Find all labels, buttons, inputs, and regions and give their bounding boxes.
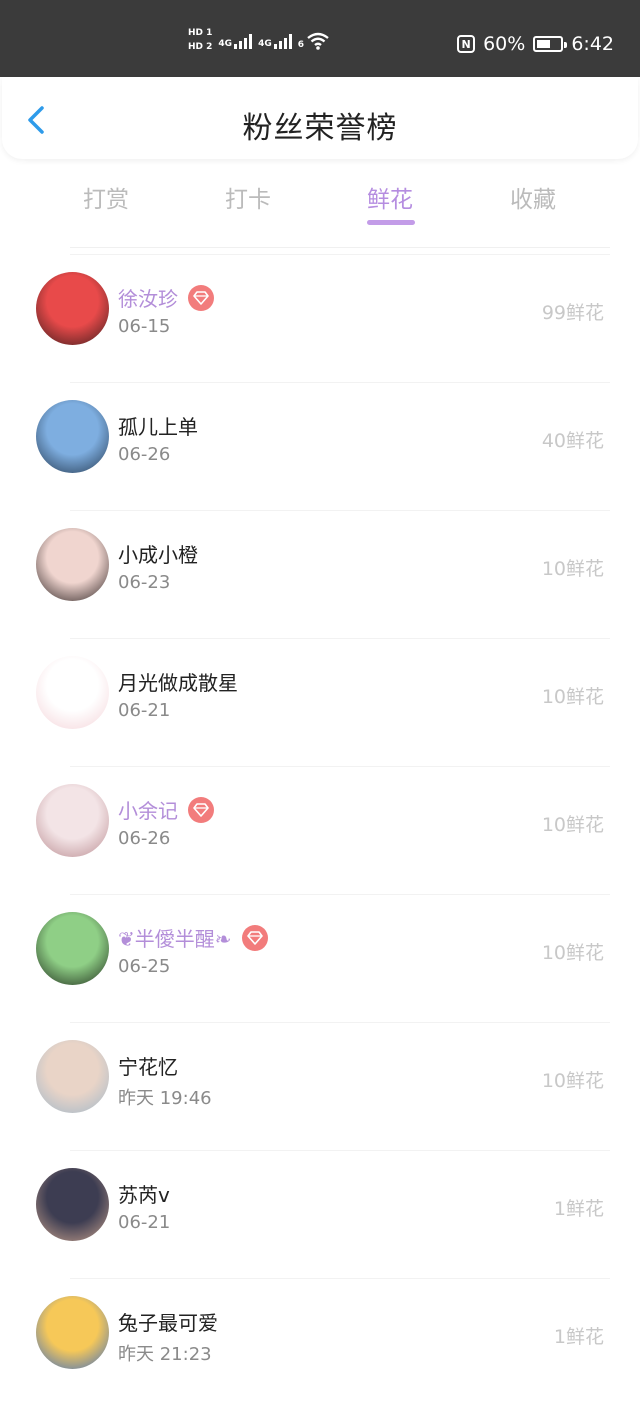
row-divider [70,766,610,767]
fan-name: 月光做成散星 [118,667,238,696]
hd2-label: HD 2 [188,42,213,52]
fan-name: 孤儿上单 [118,411,198,440]
divider [70,247,610,248]
row-divider [70,1150,610,1151]
fan-name-text: 小余记 [118,799,178,823]
avatar[interactable] [36,1040,109,1113]
avatar[interactable] [36,1168,109,1241]
row-divider [70,1278,610,1279]
fan-name: 小成小橙 [118,539,198,568]
fan-name-text: 兔子最可爱 [118,1311,218,1335]
fan-date: 06-25 [118,956,171,977]
fan-date: 06-21 [118,1212,171,1233]
net2-label: 4G [258,38,272,49]
hd-sim-indicators: HD 1 HD 2 [188,28,212,53]
fan-name: ❦半僾半醒❧ [118,923,268,952]
fan-date: 昨天 21:23 [118,1344,212,1365]
fan-date: 06-26 [118,828,171,849]
fan-row[interactable]: 孤儿上单 06-26 40鲜花 [0,382,640,510]
fan-row[interactable]: 小余记 06-26 10鲜花 [0,766,640,894]
battery-percent: 60% [483,33,526,55]
clock: 6:42 [571,33,614,55]
avatar[interactable] [36,912,109,985]
row-divider [70,1022,610,1023]
fan-name-text: 徐汝珍 [118,287,178,311]
fan-name-text: 小成小橙 [118,543,198,567]
avatar[interactable] [36,656,109,729]
fan-name: 小余记 [118,795,214,824]
diamond-icon [241,924,268,951]
fan-row[interactable]: 徐汝珍 06-15 99鲜花 [0,254,640,382]
fan-name-text: 孤儿上单 [118,415,198,439]
fan-name-text: ❦半僾半醒❧ [118,927,232,951]
page-title: 粉丝荣誉榜 [242,111,398,146]
tab-tip[interactable]: 打赏 [56,180,156,214]
status-bar: HD 1 HD 2 4G 4G 6 N 60% 6:42 [0,0,640,77]
flower-count: 1鲜花 [553,1326,604,1348]
flower-count: 10鲜花 [541,814,604,836]
flower-count: 40鲜花 [541,430,604,452]
signal-2-icon: 4G [258,33,292,49]
fan-row[interactable]: 月光做成散星 06-21 10鲜花 [0,638,640,766]
fan-name-text: 宁花忆 [118,1055,178,1079]
tab-checkin[interactable]: 打卡 [198,180,298,214]
net1-label: 4G [218,38,233,49]
nav-header: 粉丝荣誉榜 [2,77,638,159]
wifi-label: 6 [297,39,304,50]
avatar[interactable] [36,272,109,345]
tab-bar: 打赏 打卡 鲜花 收藏 [0,172,640,232]
row-divider [70,254,610,255]
tab-flowers[interactable]: 鲜花 [340,180,440,214]
flower-count: 10鲜花 [541,1070,604,1092]
diamond-icon [188,284,214,311]
row-divider [70,638,610,639]
flower-count: 10鲜花 [541,558,604,580]
flower-count: 1鲜花 [553,1198,604,1220]
fan-row[interactable]: 苏芮v 06-21 1鲜花 [0,1150,640,1278]
flower-count: 99鲜花 [541,302,604,324]
fan-list: 徐汝珍 06-15 99鲜花 孤儿上单 06-26 40鲜花 小成小橙 06-23 10鲜花 月光… [0,254,640,1406]
fan-date: 06-15 [118,316,171,337]
fan-name-text: 月光做成散星 [118,671,238,695]
battery-fill [537,40,551,48]
row-divider [70,894,610,895]
row-divider [70,510,610,511]
diamond-icon [188,796,214,823]
fan-date: 06-23 [118,572,171,593]
hd1-label: HD 1 [188,28,213,38]
fan-date: 06-21 [118,700,171,721]
active-tab-indicator [367,220,415,225]
avatar[interactable] [36,528,109,601]
row-divider [70,382,610,383]
fan-row[interactable]: 小成小橙 06-23 10鲜花 [0,510,640,638]
tab-favorites[interactable]: 收藏 [483,180,583,214]
fan-name: 徐汝珍 [118,283,214,312]
status-right: N 60% 6:42 [457,33,614,55]
flower-count: 10鲜花 [541,686,604,708]
avatar[interactable] [36,400,109,473]
fan-name-text: 苏芮v [118,1183,170,1207]
wifi-icon: 6 [298,32,330,50]
fan-name: 苏芮v [118,1179,170,1208]
avatar[interactable] [36,784,109,857]
fan-row[interactable]: 宁花忆昨天 19:46 10鲜花 [0,1022,640,1150]
network-indicators: HD 1 HD 2 4G 4G 6 [188,28,330,53]
nfc-label: N [461,37,471,51]
flower-count: 10鲜花 [541,942,604,964]
fan-name: 宁花忆 [118,1051,178,1080]
fan-date: 06-26 [118,444,171,465]
nfc-icon: N [457,35,476,53]
signal-1-icon: 4G [218,33,253,49]
fan-name: 兔子最可爱 [118,1307,218,1336]
fan-date: 昨天 19:46 [118,1088,212,1109]
avatar[interactable] [36,1296,109,1369]
fan-row[interactable]: ❦半僾半醒❧ 06-25 10鲜花 [0,894,640,1022]
battery-icon [533,36,568,52]
